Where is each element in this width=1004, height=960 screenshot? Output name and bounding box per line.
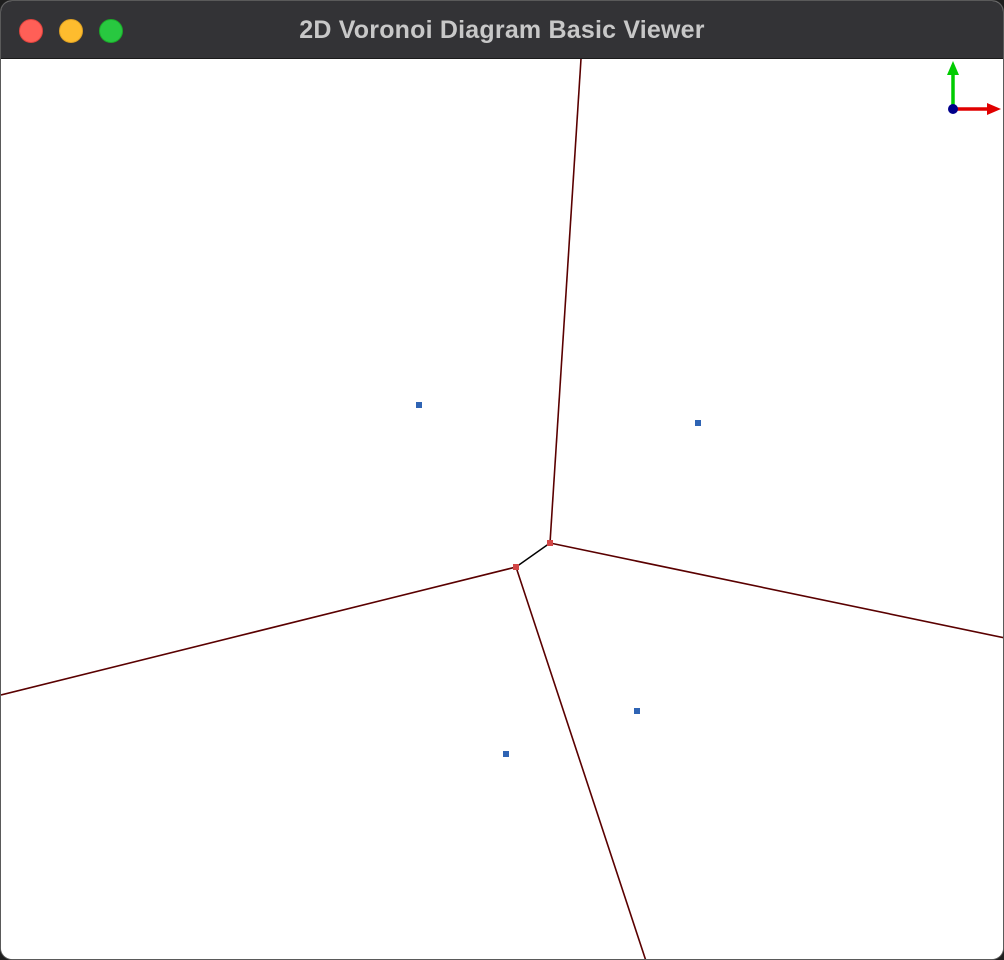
voronoi-edge — [549, 59, 582, 544]
voronoi-vertex — [513, 564, 519, 570]
voronoi-edge — [515, 566, 647, 959]
viewer-window: 2D Voronoi Diagram Basic Viewer — [0, 0, 1004, 960]
voronoi-diagram[interactable] — [1, 59, 1004, 960]
voronoi-finite-edge — [515, 542, 551, 568]
voronoi-edge — [549, 542, 1003, 639]
voronoi-vertex — [547, 540, 553, 546]
voronoi-site — [695, 420, 701, 426]
voronoi-site — [634, 708, 640, 714]
voronoi-site — [416, 402, 422, 408]
voronoi-edge — [1, 566, 517, 696]
window-title: 2D Voronoi Diagram Basic Viewer — [299, 16, 705, 44]
viewer-canvas[interactable] — [1, 59, 1004, 960]
title-bar[interactable]: 2D Voronoi Diagram Basic Viewer — [1, 1, 1003, 59]
xy-axis-icon — [947, 61, 1001, 115]
voronoi-site — [503, 751, 509, 757]
